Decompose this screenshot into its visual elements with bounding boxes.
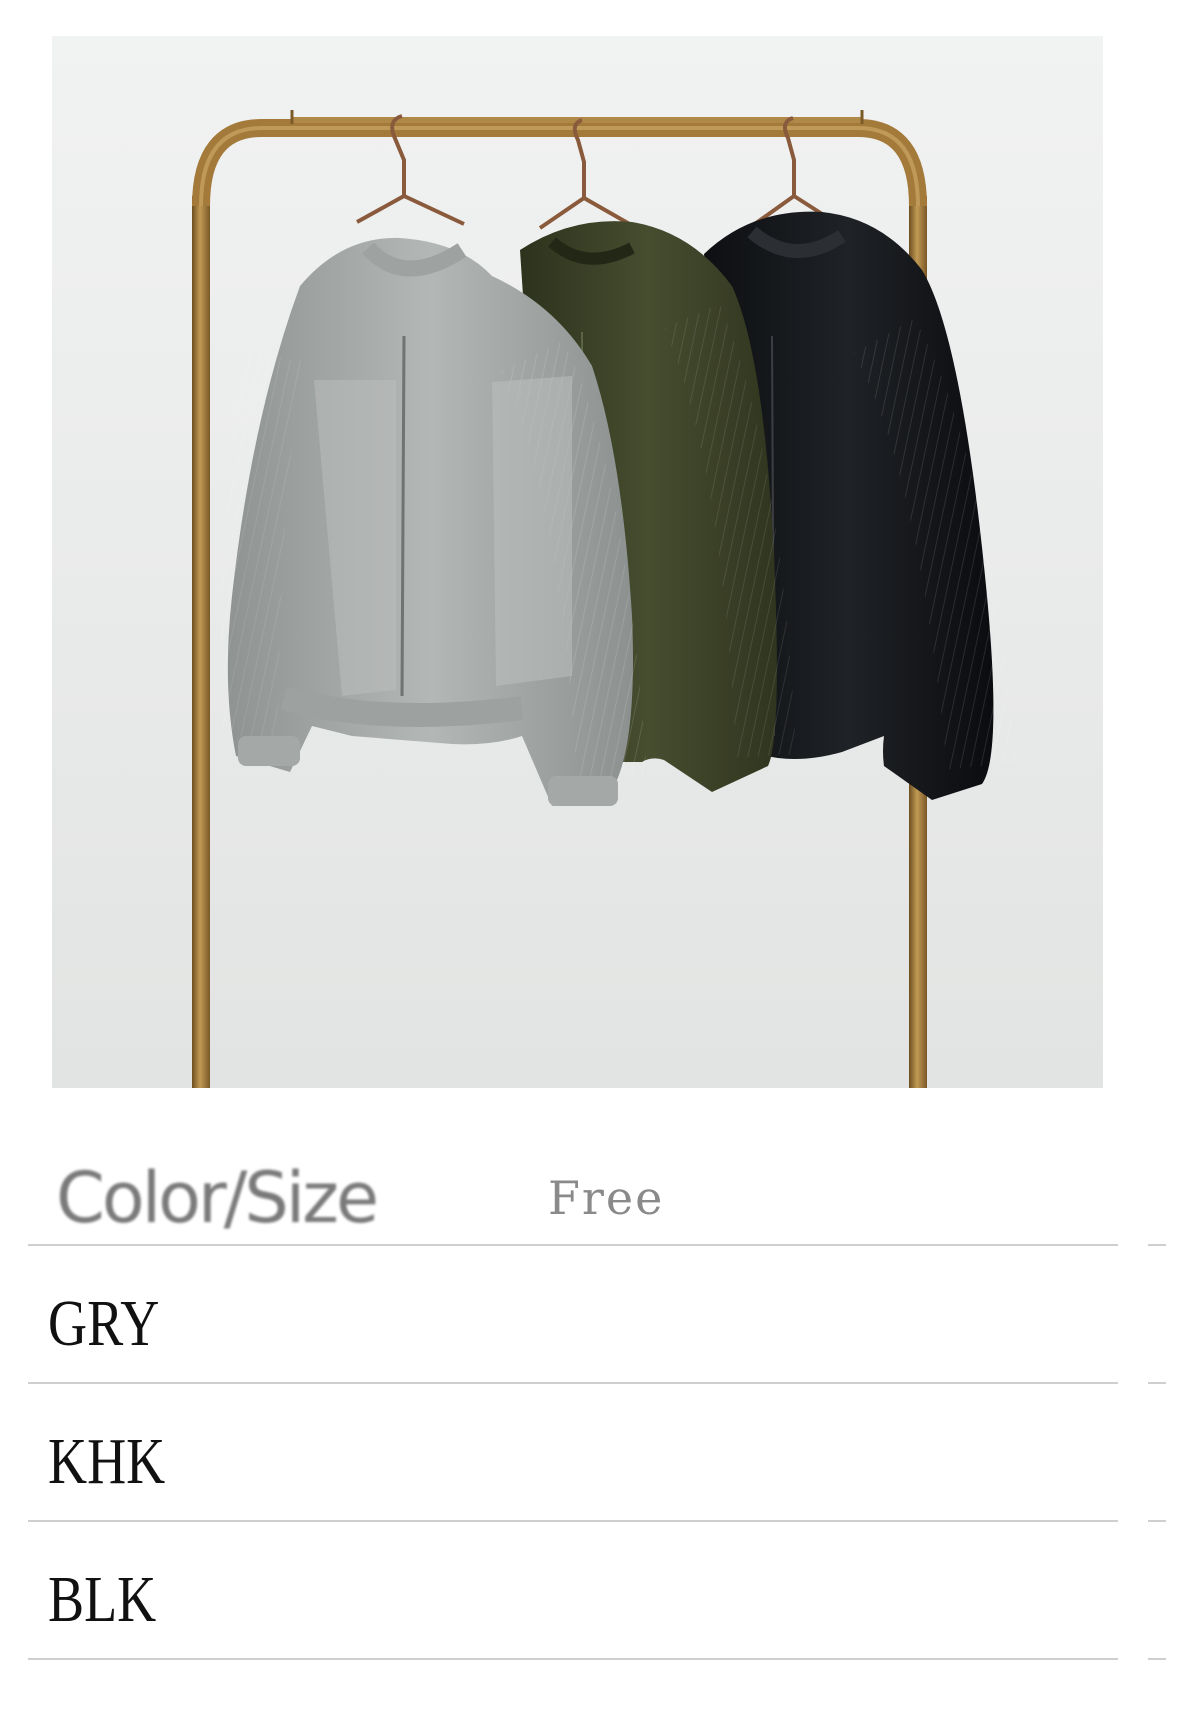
color-size-table: Color/Size Free GRY KHK BLK [28,1140,1166,1660]
product-photo [52,36,1103,1088]
color-code-gry: GRY [48,1287,160,1360]
table-row: KHK [28,1384,1166,1522]
color-code-khk: KHK [48,1425,166,1498]
color-code-blk: BLK [48,1563,157,1636]
product-photo-illustration [52,36,1103,1088]
table-header-row: Color/Size Free [28,1140,1166,1246]
row-divider-tick [1148,1520,1166,1522]
row-divider-tick [1148,1382,1166,1384]
product-detail-page: Color/Size Free GRY KHK BLK [0,0,1179,1729]
color-size-label: Color/Size [56,1157,379,1239]
table-row: BLK [28,1522,1166,1660]
row-divider-tick [1148,1244,1166,1246]
size-free-label: Free [548,1171,665,1225]
table-row: GRY [28,1246,1166,1384]
row-divider-tick [1148,1658,1166,1660]
